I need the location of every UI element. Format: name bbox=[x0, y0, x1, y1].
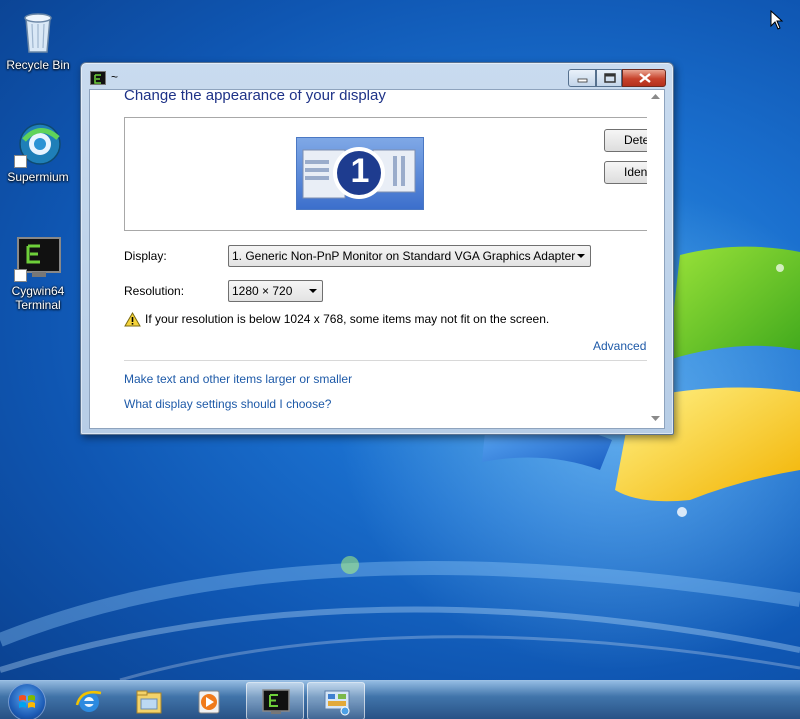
desktop-icon-label: Recycle Bin bbox=[6, 58, 70, 72]
maximize-icon bbox=[604, 73, 616, 83]
chevron-down-icon bbox=[309, 289, 317, 293]
resolution-label: Resolution: bbox=[124, 284, 185, 298]
taskbar-control-panel[interactable] bbox=[307, 682, 365, 719]
vertical-scrollbar[interactable] bbox=[647, 90, 664, 428]
taskbar bbox=[0, 680, 800, 719]
desktop-icon-recycle-bin[interactable]: Recycle Bin bbox=[0, 8, 76, 72]
minimize-button[interactable] bbox=[568, 69, 596, 87]
divider bbox=[124, 360, 664, 361]
taskbar-media-player[interactable] bbox=[180, 682, 238, 719]
display-settings-help-link[interactable]: What display settings should I choose? bbox=[124, 397, 331, 411]
resolution-dropdown-value: 1280 × 720 bbox=[232, 284, 293, 298]
resolution-warning-text: If your resolution is below 1024 x 768, … bbox=[145, 312, 550, 326]
media-player-icon bbox=[198, 690, 220, 714]
mouse-cursor-icon bbox=[770, 10, 784, 30]
file-explorer-icon bbox=[136, 690, 162, 714]
window-title: ~ bbox=[111, 70, 119, 84]
taskbar-cygwin-terminal[interactable] bbox=[246, 682, 304, 719]
internet-explorer-icon bbox=[75, 691, 102, 712]
close-button[interactable] bbox=[622, 69, 666, 87]
resolution-dropdown[interactable]: 1280 × 720 bbox=[228, 280, 323, 302]
desktop-icon-supermium[interactable]: Supermium bbox=[0, 120, 76, 184]
windows-logo-icon bbox=[19, 695, 35, 708]
chevron-down-icon bbox=[577, 254, 585, 258]
shortcut-arrow-icon bbox=[14, 269, 27, 282]
recycle-bin-icon bbox=[14, 8, 62, 56]
minimize-icon bbox=[577, 78, 588, 83]
taskbar-file-explorer[interactable] bbox=[120, 682, 178, 719]
scroll-up-arrow-icon[interactable] bbox=[651, 93, 660, 99]
shortcut-arrow-icon bbox=[14, 155, 27, 168]
taskbar-internet-explorer[interactable] bbox=[60, 682, 118, 719]
display-label: Display: bbox=[124, 249, 167, 263]
monitor-arrangement-panel: 1 Detect Identify bbox=[124, 117, 664, 231]
cygwin-terminal-icon bbox=[262, 689, 290, 714]
display-settings-window: ~ Change the appearance of your display bbox=[80, 62, 674, 435]
make-text-larger-link[interactable]: Make text and other items larger or smal… bbox=[124, 372, 352, 386]
start-button[interactable] bbox=[8, 683, 46, 719]
desktop-icon-label: Cygwin64 Terminal bbox=[11, 284, 65, 312]
monitor-number: 1 bbox=[350, 152, 370, 190]
maximize-button[interactable] bbox=[596, 69, 622, 87]
window-content: Change the appearance of your display 1 … bbox=[89, 89, 665, 429]
desktop-icon-cygwin64-terminal[interactable]: Cygwin64 Terminal bbox=[0, 234, 76, 312]
page-title: Change the appearance of your display bbox=[124, 89, 386, 104]
monitor-1-tile[interactable]: 1 bbox=[296, 137, 424, 210]
cygwin-app-icon bbox=[90, 71, 106, 85]
cygwin-terminal-icon bbox=[14, 234, 62, 282]
desktop: Recycle Bin Supermium Cygwin64 Terminal bbox=[0, 0, 800, 719]
supermium-icon bbox=[14, 120, 62, 168]
close-icon bbox=[639, 73, 651, 83]
display-dropdown[interactable]: 1. Generic Non-PnP Monitor on Standard V… bbox=[228, 245, 591, 267]
desktop-icon-label: Supermium bbox=[7, 170, 69, 184]
scroll-down-arrow-icon[interactable] bbox=[651, 416, 660, 422]
display-dropdown-value: 1. Generic Non-PnP Monitor on Standard V… bbox=[232, 249, 576, 263]
control-panel-icon bbox=[324, 690, 350, 716]
warning-icon bbox=[124, 312, 141, 327]
